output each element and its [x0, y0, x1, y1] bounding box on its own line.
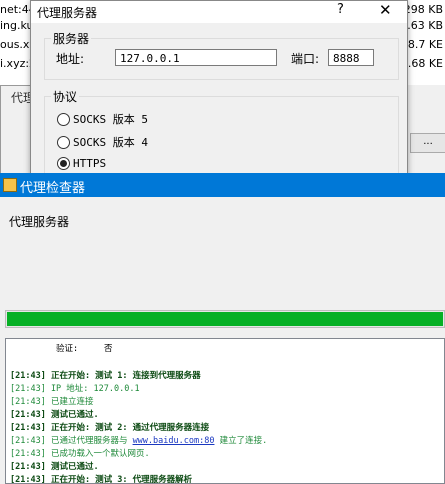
log-line: [21:43] IP 地址: 127.0.0.1 [10, 384, 140, 394]
log-line: [21:43] 测试已通过. [10, 410, 99, 420]
log-line: [21:43] 已成功载入一个默认网页. [10, 449, 150, 459]
check-log[interactable]: 验证: 否 [21:43] 正在开始: 测试 1: 连接到代理服务器 [21:4… [5, 338, 445, 484]
log-text: 建立了连接. [214, 436, 268, 446]
checker-target-label: 代理服务器 [9, 215, 70, 229]
log-line: [21:43] 已建立连接 [10, 397, 94, 407]
protocol-group-label: 协议 [51, 88, 80, 105]
progress-fill [7, 312, 443, 326]
help-button[interactable]: ? [337, 2, 344, 17]
proxy-checker-window: 代理检查器 代理服务器 验证: 否 [21:43] 正在开始: 测试 1: 连接… [0, 173, 445, 484]
radio-label: SOCKS 版本 5 [73, 113, 148, 126]
radio-indicator [57, 113, 70, 126]
log-line: [21:43] 已通过代理服务器与 www.baidu.com:80 建立了连接… [10, 435, 267, 448]
port-input[interactable]: 8888 [328, 49, 374, 66]
close-button[interactable]: ✕ [379, 1, 392, 19]
app-icon [3, 178, 17, 192]
proxy-server-dialog: 代理服务器 ? ✕ 服务器 地址: 127.0.0.1 端口: 8888 协议 … [30, 0, 408, 182]
log-line: [21:43] 测试已通过. [10, 462, 99, 472]
server-group-label: 服务器 [51, 30, 92, 47]
port-label: 端口: [291, 52, 320, 66]
log-link[interactable]: www.baidu.com:80 [133, 436, 215, 446]
log-line: [21:43] 正在开始: 测试 3: 代理服务器解析 [10, 475, 193, 484]
radio-indicator [57, 136, 70, 149]
radio-label: SOCKS 版本 4 [73, 136, 148, 149]
check-progress-bar [5, 310, 445, 328]
log-verify-value: 否 [104, 344, 113, 354]
radio-indicator-selected [57, 157, 70, 170]
dialog-title: 代理服务器 [37, 6, 98, 20]
list-item-host: ing.ku [0, 19, 34, 32]
checker-titlebar: 代理检查器 [0, 173, 445, 197]
address-label: 地址: [56, 52, 85, 66]
log-line: [21:43] 正在开始: 测试 1: 连接到代理服务器 [10, 371, 201, 381]
log-text: [21:43] 已通过代理服务器与 [10, 436, 133, 446]
log-line: [21:43] 正在开始: 测试 2: 通过代理服务器连接 [10, 423, 210, 433]
radio-label: HTTPS [73, 157, 107, 170]
dialog-titlebar: 代理服务器 ? ✕ [31, 1, 407, 23]
checker-title: 代理检查器 [20, 181, 86, 196]
background-dialog-button[interactable]: ... [410, 133, 445, 153]
log-verify-label: 验证: [56, 344, 79, 354]
address-input[interactable]: 127.0.0.1 [115, 49, 277, 66]
